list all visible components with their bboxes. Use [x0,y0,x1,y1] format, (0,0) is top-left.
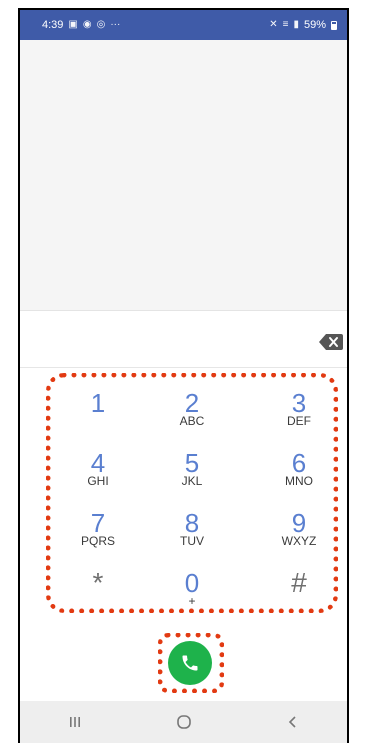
volte-icon: ≡ [282,19,289,30]
back-button[interactable] [273,707,313,737]
key-digit: 1 [90,388,106,418]
key-letters: GHI [87,474,109,488]
call-button[interactable] [168,641,212,685]
key-star[interactable]: * [58,565,138,621]
number-display [20,40,347,310]
status-overflow: ··· [110,19,121,30]
signal-icon: ▮ [293,19,299,30]
navigation-bar [20,701,347,743]
phone-screen: 4:39 ▣ ◉ ◎ ··· ✕ ≡ ▮ 59% 1 2 ABC 3 DEF 4… [18,8,349,743]
key-letters: TUV [180,534,204,548]
key-digit: 8 [184,508,200,538]
key-digit: 5 [184,448,200,478]
key-digit: # [291,567,307,598]
key-letters: MNO [285,474,313,488]
status-right: ✕ ≡ ▮ 59% [269,19,337,31]
status-time: 4:39 [42,19,64,31]
key-digit: 6 [291,448,307,478]
key-digit: 3 [291,388,307,418]
key-letters: + [188,594,196,608]
recents-icon [69,717,80,727]
mute-icon: ✕ [269,19,278,30]
key-0[interactable]: 0 + [152,565,232,621]
phone-icon [182,655,198,671]
backspace-button[interactable] [317,333,345,351]
key-letters: WXYZ [281,534,317,548]
key-6[interactable]: 6 MNO [259,445,339,501]
status-bar: 4:39 ▣ ◉ ◎ ··· ✕ ≡ ▮ 59% [20,10,347,40]
home-icon [176,715,191,729]
key-3[interactable]: 3 DEF [259,385,339,441]
key-digit: * [92,567,104,598]
key-digit: 7 [90,508,106,538]
key-8[interactable]: 8 TUV [152,505,232,561]
key-letters: DEF [287,414,311,428]
battery-percent: 59% [303,19,326,31]
key-1[interactable]: 1 [58,385,138,441]
status-left: 4:39 ▣ ◉ ◎ ··· [42,19,120,31]
account-icon: ◉ [82,19,92,30]
key-2[interactable]: 2 ABC [152,385,232,441]
key-7[interactable]: 7 PQRS [58,505,138,561]
key-letters: JKL [181,474,203,488]
key-letters: PQRS [80,534,115,548]
key-digit: 4 [90,448,106,478]
recents-button[interactable] [55,707,95,737]
key-9[interactable]: 9 WXYZ [259,505,339,561]
battery-icon [331,20,337,30]
key-digit: 0 [184,568,200,598]
back-icon [288,716,296,728]
key-4[interactable]: 4 GHI [58,445,138,501]
key-letters: ABC [179,414,205,428]
keypad-panel: 1 2 ABC 3 DEF 4 GHI 5 JKL 6 MNO 7 PQRS 8… [20,310,347,706]
sync-icon: ◎ [96,19,106,30]
backspace-icon [319,334,343,350]
key-digit: 9 [291,508,307,538]
number-input-row[interactable] [20,311,347,368]
key-hash[interactable]: # [259,565,339,621]
key-5[interactable]: 5 JKL [152,445,232,501]
home-button[interactable] [164,707,204,737]
key-digit: 2 [184,388,200,418]
gallery-icon: ▣ [68,19,78,30]
